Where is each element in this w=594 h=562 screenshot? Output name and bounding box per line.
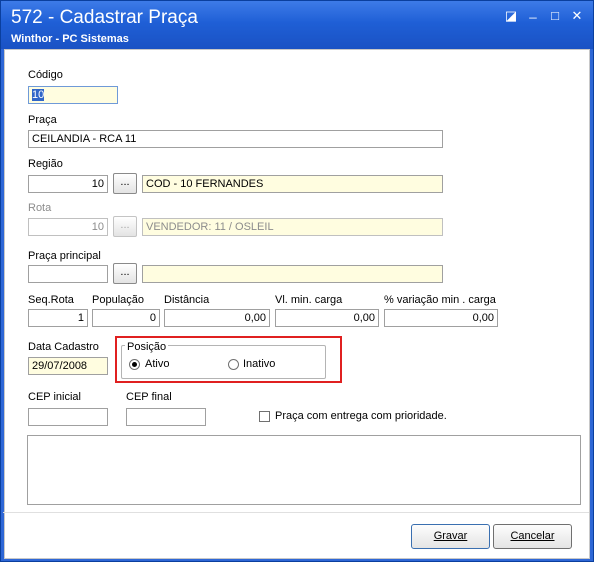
- praca-principal-search-button[interactable]: ...: [113, 263, 137, 284]
- posicao-highlight-box: [115, 336, 342, 383]
- variacao-min-carga-field[interactable]: 0,00: [384, 309, 498, 327]
- praca-label: Praça: [28, 114, 57, 126]
- praca-principal-code-field[interactable]: [28, 265, 108, 283]
- minimize-icon[interactable]: _: [526, 5, 540, 19]
- data-cadastro-field: 29/07/2008: [28, 357, 108, 375]
- cep-inicial-label: CEP inicial: [28, 391, 81, 403]
- maximize-icon[interactable]: □: [548, 9, 562, 23]
- distancia-label: Distância: [164, 294, 210, 306]
- cep-inicial-field[interactable]: [28, 408, 108, 426]
- close-icon[interactable]: ✕: [570, 9, 584, 23]
- entrega-prioridade-checkbox[interactable]: [259, 411, 270, 422]
- cep-final-field[interactable]: [126, 408, 206, 426]
- cancelar-label: Cancelar: [510, 530, 555, 542]
- gravar-label: Gravar: [433, 530, 468, 542]
- populacao-field[interactable]: 0: [92, 309, 160, 327]
- rota-description-field: VENDEDOR: 11 / OSLEIL: [142, 218, 443, 236]
- cep-final-label: CEP final: [126, 391, 172, 403]
- regiao-label: Região: [28, 158, 63, 170]
- distancia-field[interactable]: 0,00: [164, 309, 270, 327]
- title-bar[interactable]: 572 - Cadastrar Praça Winthor - PC Siste…: [1, 1, 593, 49]
- data-cadastro-label: Data Cadastro: [28, 341, 99, 353]
- rota-code-field: 10: [28, 218, 108, 236]
- seq-rota-label: Seq.Rota: [28, 294, 74, 306]
- window-title: 572 - Cadastrar Praça: [11, 7, 198, 28]
- restore-icon[interactable]: ◪: [504, 9, 518, 23]
- regiao-search-button[interactable]: ...: [113, 173, 137, 194]
- praca-principal-description-field: [142, 265, 443, 283]
- rota-search-button: ...: [113, 216, 137, 237]
- window-subtitle: Winthor - PC Sistemas: [11, 33, 129, 45]
- codigo-field[interactable]: 10: [28, 86, 118, 104]
- rota-label: Rota: [28, 202, 52, 214]
- seq-rota-field[interactable]: 1: [28, 309, 88, 327]
- codigo-value: 10: [32, 89, 45, 101]
- praca-principal-label: Praça principal: [28, 250, 101, 262]
- vl-min-carga-field[interactable]: 0,00: [275, 309, 379, 327]
- regiao-description-field: COD - 10 FERNANDES: [142, 175, 443, 193]
- variacao-min-carga-label: % variação min . carga: [384, 294, 496, 306]
- entrega-prioridade-label[interactable]: Praça com entrega com prioridade.: [275, 410, 447, 422]
- vl-min-carga-label: Vl. min. carga: [275, 294, 343, 306]
- footer-divider: [3, 512, 589, 513]
- praca-field[interactable]: CEILANDIA - RCA 11: [28, 130, 443, 148]
- observacao-memo[interactable]: [27, 435, 581, 505]
- cancelar-button[interactable]: Cancelar: [493, 524, 572, 549]
- populacao-label: População: [92, 294, 144, 306]
- regiao-code-field[interactable]: 10: [28, 175, 108, 193]
- codigo-label: Código: [28, 69, 63, 81]
- gravar-button[interactable]: Gravar: [411, 524, 490, 549]
